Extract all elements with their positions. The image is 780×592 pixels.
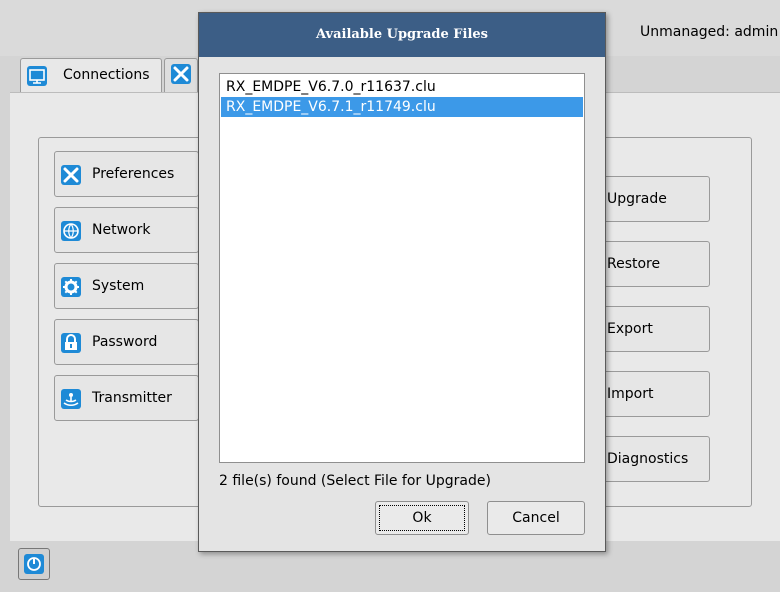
import-button[interactable]: Import [596, 371, 710, 417]
file-list[interactable]: RX_EMDPE_V6.7.0_r11637.clu RX_EMDPE_V6.7… [219, 73, 585, 463]
broadcast-icon [61, 389, 81, 409]
user-status: Unmanaged: admin [640, 24, 779, 40]
upgrade-files-dialog: Available Upgrade Files RX_EMDPE_V6.7.0_… [198, 12, 606, 552]
network-label: Network [92, 222, 151, 238]
diagnostics-button[interactable]: Diagnostics [596, 436, 710, 482]
upgrade-label: Upgrade [607, 191, 667, 207]
lock-icon [61, 333, 81, 353]
restore-label: Restore [607, 256, 661, 272]
password-button[interactable]: Password [54, 319, 199, 365]
export-label: Export [607, 321, 653, 337]
password-label: Password [92, 334, 158, 350]
diagnostics-label: Diagnostics [607, 451, 689, 467]
list-item[interactable]: RX_EMDPE_V6.7.0_r11637.clu [221, 77, 583, 97]
import-label: Import [607, 386, 654, 402]
list-item[interactable]: RX_EMDPE_V6.7.1_r11749.clu [221, 97, 583, 117]
transmitter-button[interactable]: Transmitter [54, 375, 199, 421]
gear-icon [61, 277, 81, 297]
dialog-title: Available Upgrade Files [199, 13, 605, 57]
system-label: System [92, 278, 145, 294]
tab-connections-label: Connections [63, 67, 150, 83]
export-button[interactable]: Export [596, 306, 710, 352]
transmitter-label: Transmitter [92, 390, 172, 406]
preferences-button[interactable]: Preferences [54, 151, 199, 197]
globe-icon [61, 221, 81, 241]
preferences-label: Preferences [92, 166, 175, 182]
system-button[interactable]: System [54, 263, 199, 309]
power-icon [24, 554, 44, 574]
network-button[interactable]: Network [54, 207, 199, 253]
restore-button[interactable]: Restore [596, 241, 710, 287]
tools-icon [61, 165, 81, 185]
system-menu-button[interactable] [18, 548, 50, 580]
upgrade-button[interactable]: Upgrade [596, 176, 710, 222]
tab-connections[interactable]: Connections [20, 58, 162, 92]
file-count-status: 2 file(s) found (Select File for Upgrade… [219, 473, 491, 489]
ok-button[interactable]: Ok [375, 501, 469, 535]
tools-icon [171, 64, 191, 84]
monitor-icon [27, 66, 47, 86]
cancel-button[interactable]: Cancel [487, 501, 585, 535]
tab-tools[interactable] [164, 58, 198, 92]
